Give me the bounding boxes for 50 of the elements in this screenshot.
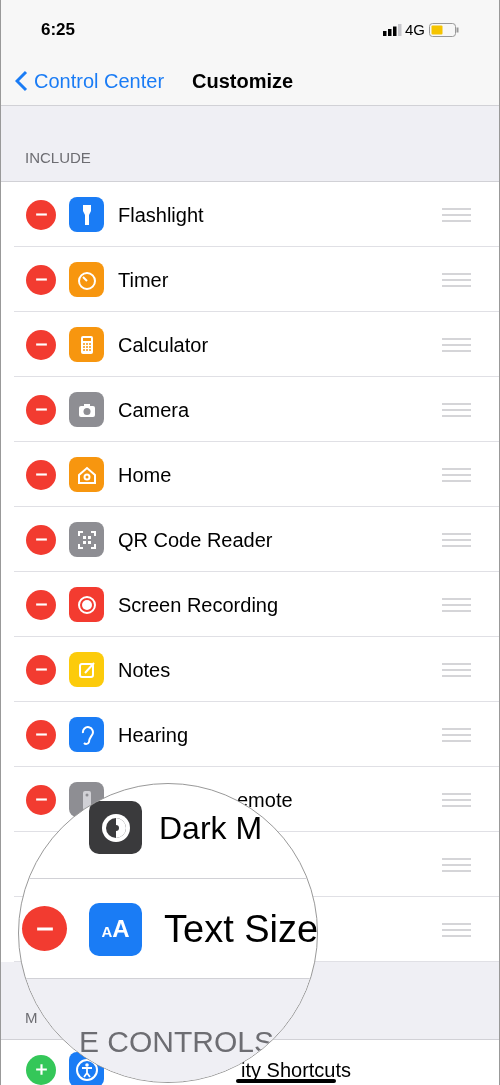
section-header: INCLUDE bbox=[25, 147, 91, 168]
network-label: 4G bbox=[405, 19, 425, 40]
text-size-glyph: AA bbox=[101, 917, 130, 944]
reorder-handle-icon[interactable] bbox=[442, 337, 471, 352]
reorder-handle-icon[interactable] bbox=[442, 532, 471, 547]
battery-icon bbox=[429, 23, 459, 37]
control-label: Timer bbox=[118, 267, 169, 293]
reorder-handle-icon[interactable] bbox=[442, 662, 471, 677]
remove-icon[interactable] bbox=[26, 784, 56, 815]
remove-icon[interactable] bbox=[22, 906, 67, 951]
remove-icon[interactable] bbox=[26, 394, 56, 425]
remove-icon[interactable] bbox=[26, 199, 56, 230]
remove-icon[interactable] bbox=[26, 459, 56, 490]
remove-icon[interactable] bbox=[26, 264, 56, 295]
control-label: Hearing bbox=[118, 722, 189, 748]
reorder-handle-icon[interactable] bbox=[442, 467, 471, 482]
section-header: M bbox=[25, 1007, 38, 1028]
control-label: Dark M bbox=[159, 809, 263, 848]
remove-icon[interactable] bbox=[26, 654, 56, 685]
signal-icon bbox=[383, 24, 403, 36]
control-label: Notes bbox=[118, 657, 171, 683]
control-label: Text Size bbox=[164, 907, 317, 952]
control-label: Flashlight bbox=[118, 202, 204, 228]
reorder-handle-icon[interactable] bbox=[442, 272, 471, 287]
status-time: 6:25 bbox=[41, 19, 76, 42]
add-icon[interactable] bbox=[26, 1054, 56, 1085]
app-glyph-icon bbox=[76, 594, 97, 615]
app-glyph-icon bbox=[76, 464, 97, 485]
control-label: Calculator bbox=[118, 332, 209, 358]
remove-icon[interactable] bbox=[26, 719, 56, 750]
reorder-handle-icon[interactable] bbox=[442, 857, 471, 872]
remove-icon[interactable] bbox=[26, 329, 56, 360]
page-title: Customize bbox=[192, 68, 294, 94]
reorder-handle-icon[interactable] bbox=[442, 597, 471, 612]
reorder-handle-icon[interactable] bbox=[442, 922, 471, 937]
control-label: QR Code Reader bbox=[118, 527, 273, 553]
control-label: Screen Recording bbox=[118, 592, 279, 618]
reorder-handle-icon[interactable] bbox=[442, 792, 471, 807]
control-label: Camera bbox=[118, 397, 190, 423]
app-glyph-icon bbox=[76, 529, 97, 550]
back-button[interactable]: Control Center bbox=[15, 65, 165, 96]
control-label: Home bbox=[118, 462, 172, 488]
remove-icon[interactable] bbox=[26, 524, 56, 555]
back-chevron-icon bbox=[15, 69, 28, 92]
section-header: E CONTROLS bbox=[79, 1024, 275, 1060]
reorder-handle-icon[interactable] bbox=[442, 207, 471, 222]
app-glyph-icon bbox=[76, 269, 97, 290]
reorder-handle-icon[interactable] bbox=[442, 727, 471, 742]
remove-icon[interactable] bbox=[26, 589, 56, 620]
reorder-handle-icon[interactable] bbox=[442, 402, 471, 417]
